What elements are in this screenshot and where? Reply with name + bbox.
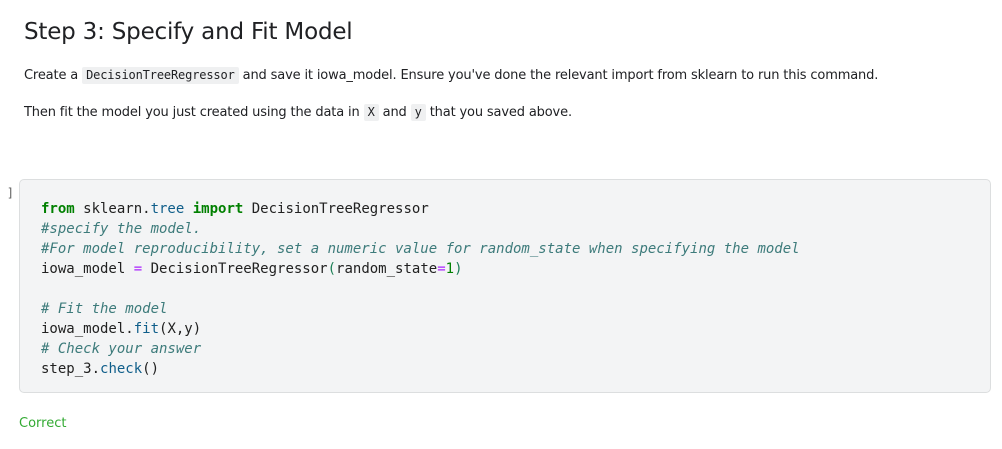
code-cell-editor[interactable]: from sklearn.tree import DecisionTreeReg… [19, 179, 991, 393]
check-args: () [142, 361, 160, 377]
code-line-9: step_3.check() [41, 359, 800, 379]
constructor-call: DecisionTreeRegressor [142, 261, 328, 277]
keyword-from: from [41, 201, 75, 217]
module-tree: tree [150, 201, 185, 217]
object-iowa-model: iowa_model. [41, 321, 134, 337]
inline-code-y: y [410, 104, 426, 121]
para2-text-middle: and [378, 105, 411, 120]
inline-code-decisiontreeregressor: DecisionTreeRegressor [82, 67, 239, 84]
method-check: check [100, 361, 143, 377]
paren-close: ) [454, 261, 463, 277]
argument-random-state: random_state [336, 261, 438, 277]
code-line-4: iowa_model = DecisionTreeRegressor(rando… [41, 259, 800, 279]
code-content[interactable]: from sklearn.tree import DecisionTreeReg… [41, 199, 800, 379]
module-sklearn: sklearn. [74, 201, 151, 217]
code-line-3-comment: #For model reproducibility, set a numeri… [41, 241, 800, 257]
instruction-paragraph-2: Then fit the model you just created usin… [24, 104, 572, 121]
operator-assign: = [133, 261, 143, 277]
cell-output-correct: Correct [19, 416, 67, 431]
number-literal: 1 [445, 261, 455, 277]
object-step-3: step_3. [41, 361, 101, 377]
code-line-8-comment: # Check your answer [41, 341, 202, 357]
para2-text-after: that you saved above. [425, 105, 572, 120]
step-heading: Step 3: Specify and Fit Model [24, 19, 353, 45]
method-fit: fit [133, 321, 160, 337]
code-line-7: iowa_model.fit(X,y) [41, 319, 800, 339]
paren-open: ( [327, 261, 337, 277]
inline-code-x: X [363, 104, 379, 121]
code-line-2-comment: #specify the model. [41, 221, 202, 237]
keyword-import: import [192, 201, 244, 217]
para2-text-before: Then fit the model you just created usin… [24, 105, 364, 120]
variable-iowa-model: iowa_model [41, 261, 134, 277]
code-line-1: from sklearn.tree import DecisionTreeReg… [41, 199, 800, 219]
fit-args: (X,y) [159, 321, 202, 337]
para1-text-after: and save it iowa_model. Ensure you've do… [238, 68, 879, 83]
para1-text-before: Create a [24, 68, 83, 83]
code-line-6-comment: # Fit the model [41, 301, 168, 317]
cell-execution-prompt: [ ]: [0, 186, 14, 200]
operator-kwarg-assign: = [437, 261, 446, 277]
instruction-paragraph-1: Create a DecisionTreeRegressor and save … [24, 67, 879, 84]
class-name: DecisionTreeRegressor [243, 201, 429, 217]
code-line-5-blank [41, 279, 800, 299]
notebook-page: Step 3: Specify and Fit Model Create a D… [0, 0, 1002, 449]
